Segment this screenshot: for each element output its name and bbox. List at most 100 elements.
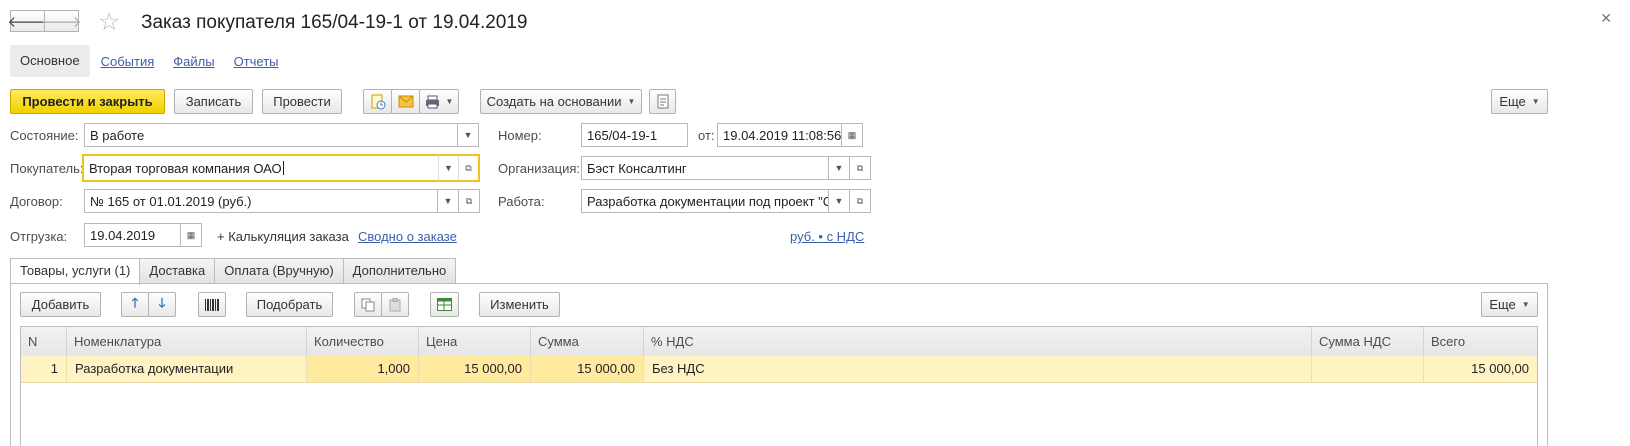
post-and-close-button[interactable]: Провести и закрыть (10, 89, 165, 114)
star-icon[interactable]: ☆ (98, 7, 120, 37)
tab-reports[interactable]: Отчеты (234, 54, 279, 69)
chevron-down-icon: ▼ (443, 196, 453, 206)
col-total[interactable]: Всего (1424, 327, 1537, 356)
buyer-label: Покупатель: (10, 161, 84, 176)
more-label: Еще (1499, 94, 1526, 109)
tab-additional[interactable]: Дополнительно (342, 258, 457, 284)
cell-total[interactable]: 15 000,00 (1424, 356, 1537, 382)
change-button[interactable]: Изменить (479, 292, 560, 317)
date-field[interactable]: 19.04.2019 11:08:56 (717, 123, 842, 147)
tab-main[interactable]: Основное (10, 45, 90, 77)
col-vat-sum[interactable]: Сумма НДС (1312, 327, 1424, 356)
print-button[interactable]: ▼ (419, 89, 459, 114)
document-tabs: Товары, услуги (1) Доставка Оплата (Вруч… (10, 258, 457, 285)
organization-dropdown[interactable]: ▼ (828, 156, 850, 180)
organization-field[interactable]: Бэст Консалтинг (581, 156, 829, 180)
cell-sum[interactable]: 15 000,00 (531, 356, 644, 382)
back-button[interactable]: 🡐 (7, 10, 48, 32)
arrow-right-icon: 🡒 (41, 13, 82, 31)
table-more-label: Еще (1489, 297, 1516, 312)
move-up-button[interactable]: 🡑 (121, 292, 149, 317)
cell-nomenclature[interactable]: Разработка документации (67, 356, 307, 382)
envelope-icon (398, 95, 413, 108)
state-label: Состояние: (10, 128, 79, 143)
shipment-label: Отгрузка: (10, 229, 68, 244)
state-dropdown[interactable]: ▼ (457, 123, 479, 147)
email-button[interactable] (391, 89, 420, 114)
add-row-button[interactable]: Добавить (20, 292, 101, 317)
tab-files[interactable]: Файлы (173, 54, 214, 69)
state-field[interactable]: В работе (84, 123, 458, 147)
buyer-open-button[interactable]: ⧉ (458, 154, 480, 182)
work-dropdown[interactable]: ▼ (828, 189, 850, 213)
calculation-link[interactable]: + Калькуляция заказа (217, 229, 349, 244)
post-button[interactable]: Провести (262, 89, 342, 114)
cell-vat-sum[interactable] (1312, 356, 1424, 382)
date-calendar-button[interactable]: ▦ (841, 123, 863, 147)
buyer-field[interactable]: Вторая торговая компания ОАО (82, 154, 440, 182)
paste-button[interactable] (381, 292, 409, 317)
tab-delivery[interactable]: Доставка (139, 258, 216, 284)
shipment-calendar-button[interactable]: ▦ (180, 223, 202, 247)
save-button[interactable]: Записать (174, 89, 253, 114)
chevron-down-icon: ▼ (444, 163, 453, 173)
document-structure-button[interactable] (649, 89, 676, 114)
printer-icon (425, 95, 439, 108)
open-icon: ⧉ (465, 162, 472, 173)
col-sum[interactable]: Сумма (531, 327, 644, 356)
calendar-icon: ▦ (186, 229, 196, 240)
table-row[interactable]: 1 Разработка документации 1,000 15 000,0… (21, 356, 1537, 383)
table-more-button[interactable]: Еще ▼ (1481, 292, 1538, 317)
doc-history-icon (371, 94, 385, 109)
contract-open-button[interactable]: ⧉ (458, 189, 480, 213)
arrow-up-icon: 🡑 (131, 294, 139, 310)
work-field[interactable]: Разработка документации под проект "Се (581, 189, 829, 213)
date-label: от: (698, 128, 715, 143)
section-tabs: Основное События Файлы Отчеты (10, 45, 289, 77)
buyer-value: Вторая торговая компания ОАО (89, 160, 282, 176)
number-field[interactable]: 165/04-19-1 (581, 123, 688, 147)
more-button[interactable]: Еще ▼ (1491, 89, 1548, 114)
move-down-button[interactable]: 🡓 (148, 292, 176, 317)
chevron-down-icon: ▼ (463, 130, 473, 140)
currency-vat-link[interactable]: руб. • с НДС (790, 229, 864, 244)
work-label: Работа: (498, 194, 545, 209)
open-icon: ⧉ (465, 195, 473, 206)
order-summary-link[interactable]: Сводно о заказе (358, 229, 457, 244)
cell-quantity[interactable]: 1,000 (307, 356, 419, 382)
document-icon (657, 94, 668, 109)
cell-price[interactable]: 15 000,00 (419, 356, 531, 382)
open-icon: ⧉ (856, 195, 864, 206)
tab-payment[interactable]: Оплата (Вручную) (214, 258, 344, 284)
pick-button[interactable]: Подобрать (246, 292, 333, 317)
organization-open-button[interactable]: ⧉ (849, 156, 871, 180)
goods-table: N Номенклатура Количество Цена Сумма % Н… (20, 326, 1538, 446)
create-based-on-button[interactable]: Создать на основании ▼ (480, 89, 642, 114)
doc-history-button[interactable] (363, 89, 392, 114)
contract-field[interactable]: № 165 от 01.01.2019 (руб.) (84, 189, 438, 213)
col-quantity[interactable]: Количество (307, 327, 419, 356)
copy-button[interactable] (354, 292, 382, 317)
work-open-button[interactable]: ⧉ (849, 189, 871, 213)
arrow-down-icon: 🡓 (158, 294, 166, 310)
buyer-dropdown[interactable]: ▼ (438, 154, 460, 182)
tab-goods-services[interactable]: Товары, услуги (1) (10, 258, 141, 285)
barcode-button[interactable] (198, 292, 226, 317)
calendar-icon: ▦ (847, 129, 857, 140)
table-settings-button[interactable] (430, 292, 459, 317)
shipment-date-field[interactable]: 19.04.2019 (84, 223, 181, 247)
contract-dropdown[interactable]: ▼ (437, 189, 459, 213)
col-vat-rate[interactable]: % НДС (644, 327, 1312, 356)
close-icon[interactable]: ✕ (1600, 10, 1612, 27)
col-nomenclature[interactable]: Номенклатура (67, 327, 307, 356)
organization-label: Организация: (498, 161, 581, 176)
table-header: N Номенклатура Количество Цена Сумма % Н… (21, 327, 1537, 357)
cell-n[interactable]: 1 (21, 356, 67, 382)
col-n[interactable]: N (21, 327, 67, 356)
number-label: Номер: (498, 128, 542, 143)
col-price[interactable]: Цена (419, 327, 531, 356)
page-title: Заказ покупателя 165/04-19-1 от 19.04.20… (141, 12, 528, 33)
cell-vat-rate[interactable]: Без НДС (644, 356, 1312, 382)
tab-events[interactable]: События (101, 54, 155, 69)
forward-button[interactable]: 🡒 (41, 10, 82, 32)
